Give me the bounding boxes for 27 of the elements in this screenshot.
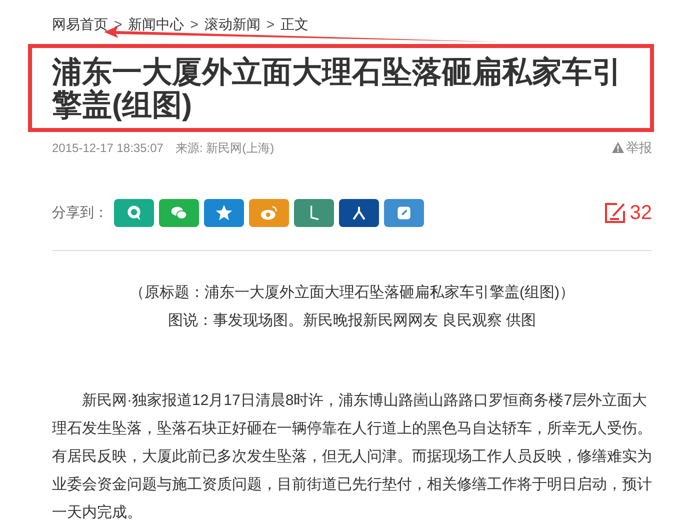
breadcrumb-link[interactable]: 网易首页 <box>52 14 108 34</box>
share-button[interactable] <box>294 198 334 226</box>
share-button[interactable] <box>204 198 244 226</box>
publish-time: 2015-12-17 18:35:07 <box>52 140 164 157</box>
article-paragraph: 新民网·独家报道12月17日清晨8时许，浦东博山路崮山路路口罗恒商务楼7层外立面大理石发生坠落，坠落石块正好砸在一辆停靠在人行道上的黑色马自达轿车，所幸无人受伤。有居民反映，大厦此前已多次发生坠落，但无人问津。而据现场工作人员反映，修缮难实为业委会资金问题与施工资质问题，目前街道已先行垫付，相关修缮工作将于明日启动，预计一天内完成。 <box>52 390 652 522</box>
share-button[interactable] <box>339 198 379 226</box>
eye-icon <box>260 204 278 222</box>
warning-icon <box>612 142 624 154</box>
image-caption: （原标题：浦东一大厦外立面大理石坠落砸扁私家车引擎盖(组图)） <box>130 282 574 302</box>
note-icon <box>395 204 413 222</box>
share-label: 分享到： <box>52 203 108 222</box>
breadcrumb-link[interactable]: 正文 <box>280 14 309 34</box>
breadcrumb-link[interactable]: 滚动新闻 <box>204 14 260 34</box>
person-icon <box>350 204 368 222</box>
article-title: 浦东一大厦外立面大理石坠落砸扁私家车引擎盖(组图) <box>52 56 623 122</box>
breadcrumb-separator: > <box>190 14 198 34</box>
star-icon <box>215 204 233 222</box>
speech-bubble-icon <box>125 204 143 222</box>
source-text: 来源: 新民网(上海) <box>175 140 274 157</box>
breadcrumb-link[interactable]: 新闻中心 <box>128 14 184 34</box>
image-caption: 图说：事发现场图。新民晚报新民网网友 良民观察 供图 <box>168 310 536 330</box>
breadcrumb-separator: > <box>266 14 275 34</box>
comment-count-link[interactable]: 32 <box>602 198 652 228</box>
chat-bubbles-icon <box>170 204 188 222</box>
edit-icon <box>602 200 627 224</box>
report-link[interactable]: 举报 <box>612 138 652 158</box>
share-button[interactable] <box>384 198 424 226</box>
